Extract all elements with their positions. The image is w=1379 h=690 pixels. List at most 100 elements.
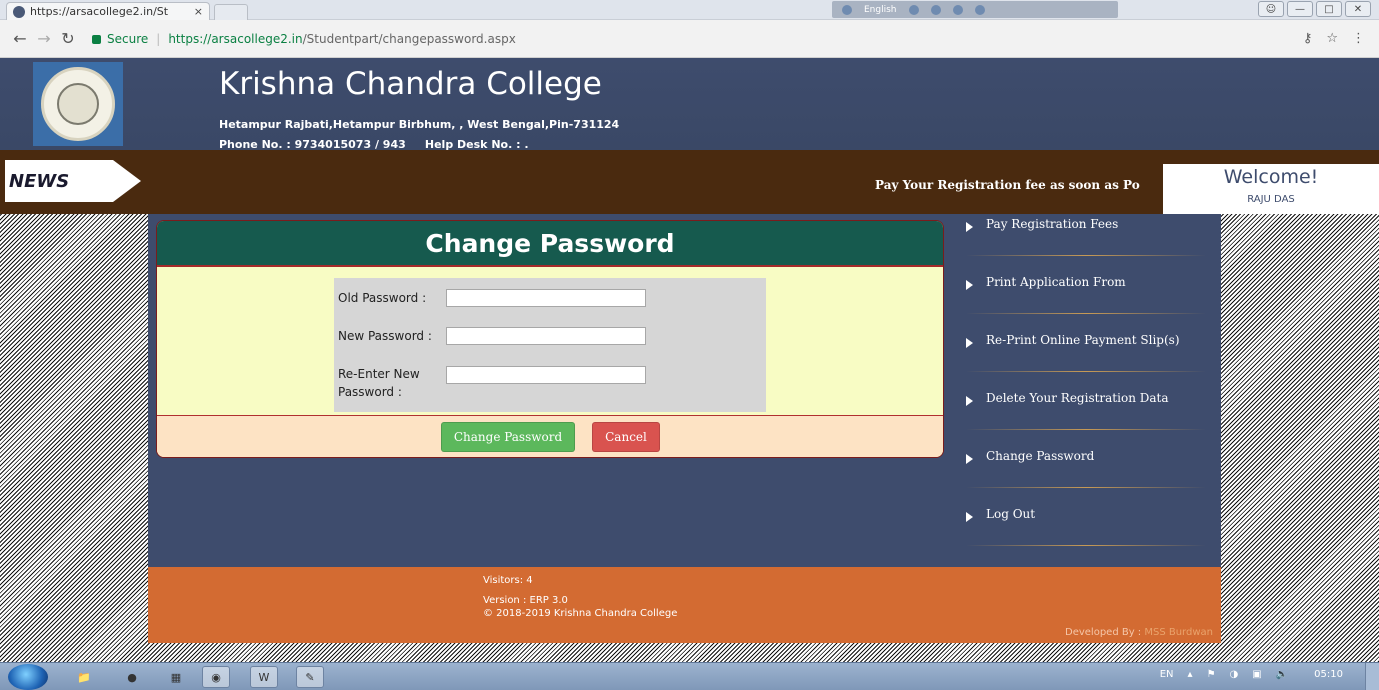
reenter-password-field[interactable] bbox=[446, 366, 646, 384]
reenter-label-line1: Re-Enter New bbox=[338, 367, 420, 381]
chrome-icon[interactable]: ◉ bbox=[202, 666, 230, 688]
display-icon[interactable]: ▣ bbox=[1252, 669, 1261, 680]
site-header: Krishna Chandra College Hetampur Rajbati… bbox=[0, 58, 1379, 151]
menu-item-print-application[interactable]: Print Application From bbox=[952, 272, 1221, 330]
new-password-field[interactable] bbox=[446, 327, 646, 345]
change-password-form: Old Password : New Password : Re-Enter N… bbox=[334, 278, 766, 412]
developer-link[interactable]: MSS Burdwan bbox=[1144, 627, 1213, 638]
menu-item-label: Delete Your Registration Data bbox=[986, 391, 1169, 405]
college-logo bbox=[33, 62, 123, 146]
url-host: https://arsacollege2.in bbox=[168, 32, 303, 46]
site-footer: Visitors: 4 Version : ERP 3.0 © 2018-201… bbox=[148, 567, 1221, 643]
lock-icon bbox=[92, 34, 101, 44]
forward-arrow-icon[interactable]: → bbox=[32, 29, 56, 48]
taskbar: 📁 ● ▦ ◉ W ✎ EN ▴ ⚑ ◑ ▣ 🔈 05:10 bbox=[0, 662, 1379, 690]
file-explorer-icon[interactable]: 📁 bbox=[70, 666, 98, 688]
url-path: /Studentpart/changepassword.aspx bbox=[302, 32, 516, 46]
browser-menu-icon[interactable]: ⋮ bbox=[1352, 31, 1365, 46]
welcome-title: Welcome! bbox=[1223, 166, 1319, 188]
copyright-text: © 2018-2019 Krishna Chandra College bbox=[483, 608, 678, 619]
user-profile-icon[interactable]: ☺ bbox=[1258, 1, 1284, 17]
menu-divider bbox=[966, 313, 1206, 314]
new-tab-button[interactable] bbox=[214, 4, 248, 20]
settings-icon[interactable] bbox=[930, 4, 941, 15]
reload-icon[interactable]: ↻ bbox=[56, 29, 80, 48]
info-icon[interactable] bbox=[974, 4, 985, 15]
close-window-button[interactable]: ✕ bbox=[1345, 1, 1371, 17]
old-password-label: Old Password : bbox=[338, 291, 427, 305]
reenter-label-line2: Password : bbox=[338, 385, 402, 399]
show-desktop-button[interactable] bbox=[1365, 663, 1379, 690]
menu-divider bbox=[966, 487, 1206, 488]
clock[interactable]: 05:10 bbox=[1314, 669, 1343, 680]
welcome-user: RAJU DAS bbox=[1247, 194, 1295, 205]
menu-item-reprint-payment-slip[interactable]: Re-Print Online Payment Slip(s) bbox=[952, 330, 1221, 388]
tab-close-icon[interactable]: × bbox=[194, 5, 203, 18]
college-name: Krishna Chandra College bbox=[219, 66, 602, 102]
language-label[interactable]: English bbox=[864, 5, 897, 15]
change-password-panel: Change Password Old Password : New Passw… bbox=[156, 220, 944, 458]
news-marquee[interactable]: Pay Your Registration fee as soon as Po bbox=[875, 178, 1163, 192]
college-address: Hetampur Rajbati,Hetampur Birbhum, , Wes… bbox=[219, 118, 620, 131]
cancel-button[interactable]: Cancel bbox=[592, 422, 660, 452]
menu-arrow-icon bbox=[966, 512, 973, 522]
bookmark-star-icon[interactable]: ☆ bbox=[1326, 31, 1338, 46]
menu-arrow-icon bbox=[966, 454, 973, 464]
key-icon[interactable]: ⚷ bbox=[1303, 31, 1313, 46]
paint-icon[interactable]: ✎ bbox=[296, 666, 324, 688]
tab-title: https://arsacollege2.in/St bbox=[30, 5, 169, 18]
minimize-button[interactable]: — bbox=[1287, 1, 1313, 17]
menu-item-log-out[interactable]: Log Out bbox=[952, 504, 1221, 562]
url-separator: | bbox=[156, 32, 161, 46]
news-tag: NEWS bbox=[5, 160, 113, 202]
firefox-icon[interactable]: ● bbox=[118, 666, 146, 688]
language-toolbar: English bbox=[832, 1, 1118, 18]
flag-icon[interactable]: ⚑ bbox=[1207, 669, 1216, 680]
system-tray: EN ▴ ⚑ ◑ ▣ 🔈 05:10 bbox=[1160, 669, 1343, 680]
word-icon[interactable]: W bbox=[250, 666, 278, 688]
browser-tab[interactable]: https://arsacollege2.in/St × bbox=[6, 2, 210, 20]
menu-arrow-icon bbox=[966, 280, 973, 290]
help-icon[interactable] bbox=[952, 4, 963, 15]
address-bar[interactable]: Secure | https://arsacollege2.in /Studen… bbox=[92, 27, 1343, 51]
start-button[interactable] bbox=[8, 664, 48, 690]
side-menu: Pay Registration Fees Print Application … bbox=[952, 214, 1221, 567]
language-icon[interactable] bbox=[842, 4, 852, 15]
menu-item-label: Print Application From bbox=[986, 275, 1126, 289]
welcome-box: Welcome! RAJU DAS bbox=[1163, 164, 1379, 214]
menu-item-pay-registration-fees[interactable]: Pay Registration Fees bbox=[952, 214, 1221, 272]
seal-icon bbox=[41, 67, 115, 141]
window-controls: ☺ — □ ✕ bbox=[1258, 1, 1371, 17]
browser-tab-strip: https://arsacollege2.in/St × English ☺ —… bbox=[0, 0, 1379, 20]
change-password-button[interactable]: Change Password bbox=[441, 422, 575, 452]
reenter-password-label: Re-Enter New Password : bbox=[338, 367, 420, 400]
maximize-button[interactable]: □ bbox=[1316, 1, 1342, 17]
visitor-count: Visitors: 4 bbox=[483, 575, 533, 586]
tray-expand-icon[interactable]: ▴ bbox=[1188, 669, 1193, 680]
address-bar-actions: ⚷ ☆ ⋮ bbox=[1303, 31, 1365, 46]
menu-item-change-password[interactable]: Change Password bbox=[952, 446, 1221, 504]
menu-item-delete-registration[interactable]: Delete Your Registration Data bbox=[952, 388, 1221, 446]
keyboard-icon[interactable] bbox=[908, 4, 919, 15]
page-background: Krishna Chandra College Hetampur Rajbati… bbox=[0, 58, 1379, 662]
developed-by-label: Developed By : bbox=[1065, 627, 1145, 638]
menu-divider bbox=[966, 255, 1206, 256]
volume-muted-icon[interactable]: 🔈 bbox=[1276, 669, 1288, 680]
menu-arrow-icon bbox=[966, 338, 973, 348]
network-icon[interactable]: ◑ bbox=[1230, 669, 1239, 680]
back-arrow-icon[interactable]: ← bbox=[8, 29, 32, 48]
news-arrow-icon bbox=[113, 160, 141, 202]
language-indicator[interactable]: EN bbox=[1160, 669, 1174, 680]
version-text: Version : ERP 3.0 bbox=[483, 595, 568, 606]
menu-divider bbox=[966, 545, 1206, 546]
menu-divider bbox=[966, 371, 1206, 372]
site-favicon-icon bbox=[13, 5, 25, 18]
browser-toolbar: ← → ↻ Secure | https://arsacollege2.in /… bbox=[0, 20, 1379, 58]
form-actions: Change Password Cancel bbox=[157, 415, 943, 457]
calculator-icon[interactable]: ▦ bbox=[162, 666, 190, 688]
menu-item-label: Change Password bbox=[986, 449, 1095, 463]
menu-divider bbox=[966, 429, 1206, 430]
old-password-field[interactable] bbox=[446, 289, 646, 307]
secure-label: Secure bbox=[107, 32, 149, 46]
menu-arrow-icon bbox=[966, 222, 973, 232]
